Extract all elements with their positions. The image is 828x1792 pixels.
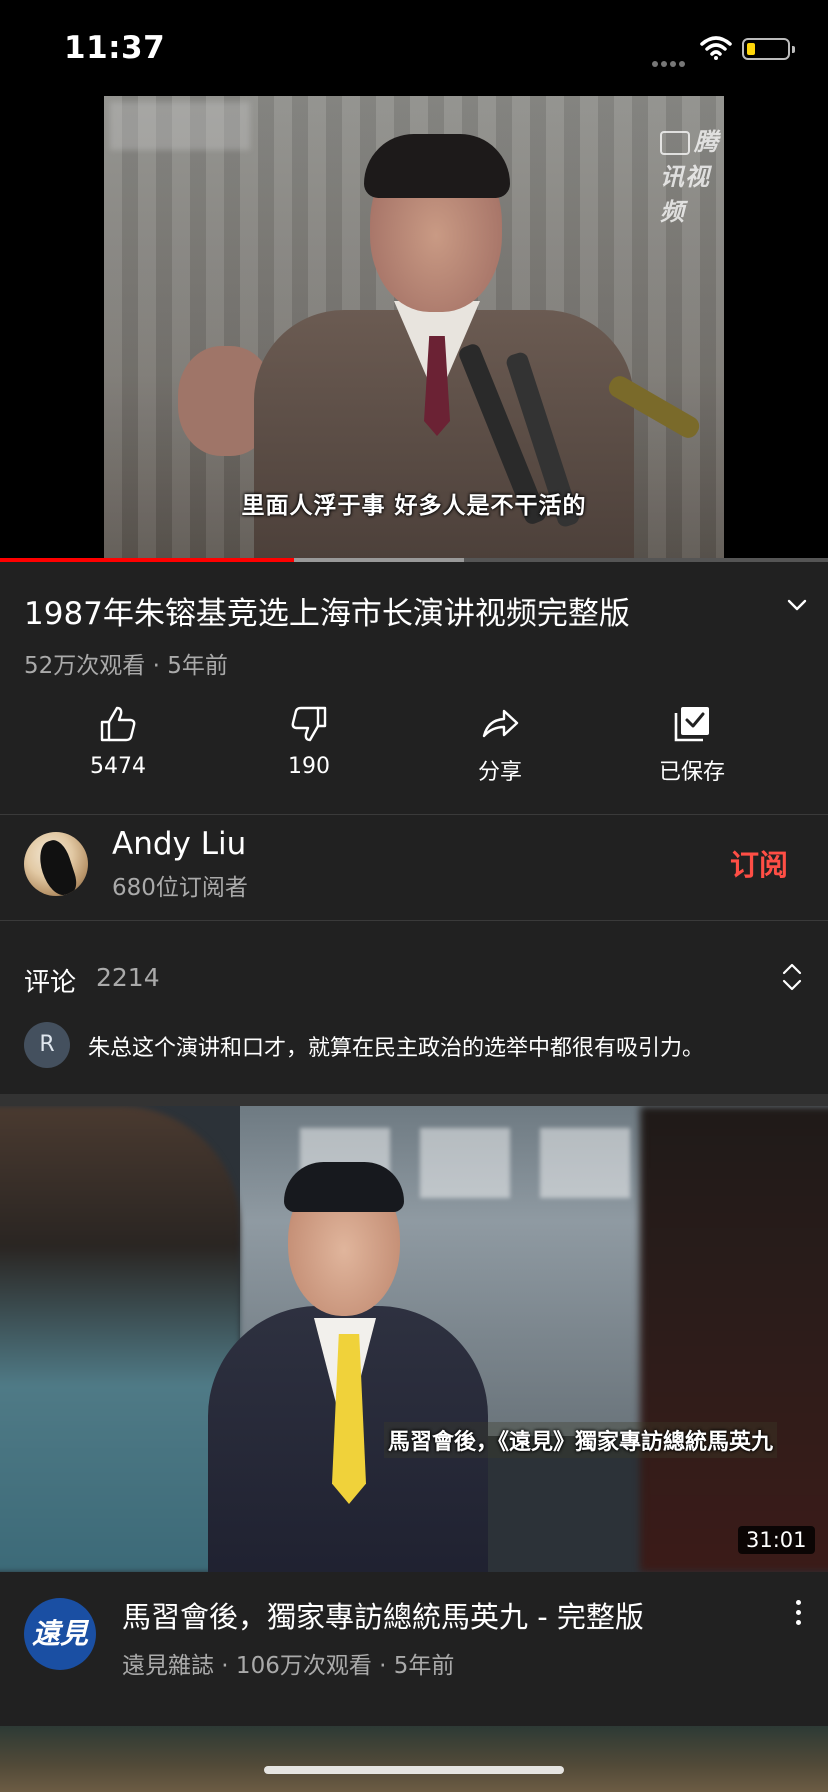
share-label: 分享	[477, 760, 522, 785]
interviewer-silhouette	[640, 1106, 828, 1572]
saved-icon	[674, 707, 709, 742]
subscribe-button[interactable]: 订阅	[730, 842, 788, 884]
video-frame[interactable]: 腾讯视频 里面人浮于事 好多人是不干活的	[104, 96, 724, 560]
expand-collapse-icon[interactable]	[780, 962, 804, 996]
wifi-icon	[700, 36, 732, 64]
next-recommended-thumbnail[interactable]	[0, 1726, 828, 1792]
dislike-button[interactable]: 190	[249, 704, 369, 779]
video-title[interactable]: 1987年朱镕基竞选上海市长演讲视频完整版	[24, 588, 630, 633]
video-player[interactable]: 腾讯视频 里面人浮于事 好多人是不干活的	[0, 96, 828, 560]
status-time: 11:37	[64, 30, 166, 66]
subscriber-count: 680位订阅者	[112, 875, 248, 901]
recommended-meta: 遠見雜誌 · 106万次观看 · 5年前	[122, 1653, 455, 1679]
play-logo-icon	[660, 131, 690, 155]
more-vert-icon[interactable]	[796, 1600, 804, 1630]
section-separator	[0, 1094, 828, 1106]
comments-label[interactable]: 评论	[24, 962, 76, 999]
share-button[interactable]: 分享	[440, 704, 560, 786]
like-count: 5474	[90, 754, 146, 779]
battery-icon	[742, 38, 795, 60]
channel-name[interactable]: Andy Liu	[112, 826, 246, 862]
top-comment[interactable]: 朱总这个演讲和口才，就算在民主政治的选举中都很有吸引力。	[88, 1030, 704, 1062]
video-meta: 52万次观看 · 5年前	[24, 653, 228, 679]
status-bar: 11:37	[0, 0, 828, 96]
divider	[0, 814, 828, 815]
video-subtitle: 里面人浮于事 好多人是不干活的	[241, 493, 587, 519]
like-button[interactable]: 5474	[58, 704, 178, 779]
interviewer-silhouette	[0, 1106, 240, 1572]
chevron-down-icon[interactable]	[786, 594, 808, 616]
divider	[0, 920, 828, 921]
share-icon	[482, 709, 519, 738]
tencent-video-watermark: 腾讯视频	[660, 122, 724, 227]
thumbs-up-icon	[100, 706, 136, 742]
save-button[interactable]: 已保存	[632, 704, 752, 786]
cellular-signal-icon	[652, 52, 692, 67]
channel-avatar[interactable]	[24, 832, 88, 896]
recommended-thumbnail[interactable]: 馬習會後，《遠見》獨家專訪總統馬英九 31:01	[0, 1106, 828, 1572]
interviewee-hair	[284, 1162, 404, 1212]
recommended-channel-avatar[interactable]: 遠見	[24, 1598, 96, 1670]
commenter-avatar: R	[24, 1022, 70, 1068]
save-label: 已保存	[658, 760, 725, 785]
video-duration: 31:01	[738, 1526, 815, 1554]
dislike-count: 190	[288, 754, 330, 779]
home-indicator[interactable]	[264, 1766, 564, 1774]
blurred-logo	[110, 102, 250, 150]
speaker-hair	[364, 134, 510, 198]
recommended-title[interactable]: 馬習會後，獨家專訪總統馬英九 - 完整版	[122, 1594, 644, 1636]
thumbs-down-icon	[291, 706, 327, 742]
comments-count: 2214	[96, 963, 160, 992]
progress-played[interactable]	[0, 558, 294, 562]
thumbnail-caption: 馬習會後，《遠見》獨家專訪總統馬英九	[384, 1422, 778, 1458]
